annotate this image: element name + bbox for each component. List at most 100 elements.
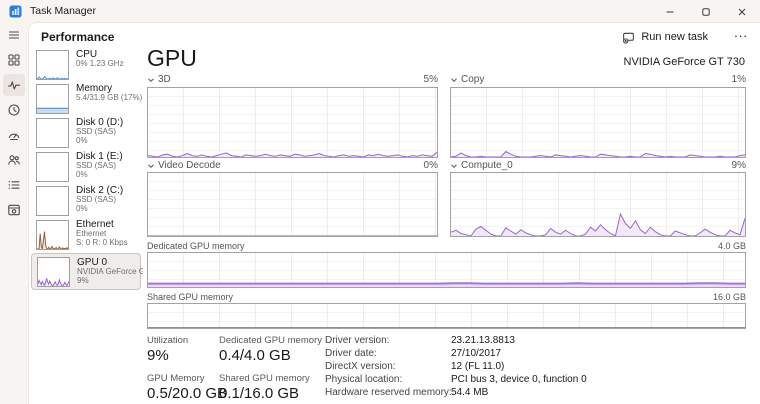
gauge-icon (7, 128, 21, 142)
chart-value-3d: 5% (378, 74, 438, 85)
list-item-cpu[interactable]: CPU 0% 1.23 GHz (33, 49, 141, 83)
shared-memory-chart-max: 16.0 GB (686, 292, 746, 302)
gpu0-item-usage: 9% (77, 277, 143, 286)
disk1-item-usage: 0% (76, 171, 142, 180)
disk0-item-usage: 0% (76, 137, 142, 146)
sidebar-item-services[interactable] (3, 199, 25, 221)
hardware-reserved-row: Hardware reserved memory: 54.4 MB (325, 387, 488, 398)
driver-version-value: 23.21.13.8813 (451, 335, 515, 346)
driver-version-row: Driver version: 23.21.13.8813 (325, 335, 515, 346)
chevron-down-icon (450, 76, 458, 84)
gpu-device-name: NVIDIA GeForce GT 730 (624, 56, 745, 68)
chart-header-copy[interactable]: Copy (450, 74, 484, 85)
chevron-down-icon (450, 162, 458, 170)
list-item-disk2[interactable]: Disk 2 (C:) SSD (SAS) 0% (33, 185, 141, 219)
sidebar-item-startup-apps[interactable] (3, 124, 25, 146)
chart-value-compute0: 9% (686, 160, 746, 171)
titlebar: Task Manager (0, 0, 760, 22)
directx-version-label: DirectX version: (325, 361, 451, 372)
driver-version-label: Driver version: (325, 335, 451, 346)
list-icon (7, 178, 21, 192)
list-item-memory[interactable]: Memory 5.4/31.9 GB (17%) (33, 83, 141, 117)
maximize-icon (700, 6, 712, 18)
dedicated-memory-chart-max: 4.0 GB (686, 241, 746, 251)
hardware-reserved-label: Hardware reserved memory: (325, 387, 451, 398)
disk2-thumbnail (36, 186, 69, 216)
gpu0-item-detail: NVIDIA GeForce GT ... (77, 268, 143, 277)
gpu-memory-value: 0.5/20.0 GB (147, 385, 227, 402)
list-item-ethernet[interactable]: Ethernet Ethernet S: 0 R: 0 Kbps (33, 219, 141, 253)
minimize-icon (664, 6, 676, 18)
services-icon (7, 203, 21, 217)
sidebar-item-users[interactable] (3, 149, 25, 171)
driver-date-value: 27/10/2017 (451, 348, 501, 359)
memory-item-detail: 5.4/31.9 GB (17%) (76, 94, 142, 103)
cpu-thumbnail (36, 50, 69, 80)
disk0-item-detail: SSD (SAS) (76, 128, 142, 137)
more-options-button[interactable]: ... (734, 25, 748, 40)
chart-3d (147, 87, 438, 158)
sidebar-item-app-history[interactable] (3, 99, 25, 121)
chart-dedicated-memory (147, 252, 746, 288)
window-controls (652, 0, 760, 24)
task-manager-app-icon (9, 5, 22, 18)
hamburger-icon (7, 28, 21, 42)
dedicated-memory-label: Dedicated GPU memory (219, 335, 322, 346)
sidebar-item-details[interactable] (3, 174, 25, 196)
chart-header-video-decode[interactable]: Video Decode (147, 160, 221, 171)
chart-title-copy: Copy (461, 74, 484, 85)
gpu0-thumbnail (37, 257, 70, 287)
page-title: Performance (41, 30, 114, 44)
chart-value-video-decode: 0% (378, 160, 438, 171)
menu-button[interactable] (3, 24, 25, 46)
chart-header-compute0[interactable]: Compute_0 (450, 160, 513, 171)
utilization-value: 9% (147, 347, 169, 364)
navigation-rail (0, 22, 28, 404)
disk1-thumbnail (36, 152, 69, 182)
users-icon (7, 153, 21, 167)
utilization-label: Utilization (147, 335, 188, 346)
chart-title-compute0: Compute_0 (461, 160, 513, 171)
maximize-button[interactable] (688, 0, 724, 24)
memory-thumbnail (36, 84, 69, 114)
memory-item-name: Memory (76, 83, 142, 94)
selected-accent-bar (0, 78, 3, 92)
sidebar-item-performance[interactable] (3, 74, 25, 96)
directx-version-row: DirectX version: 12 (FL 11.0) (325, 361, 504, 372)
list-item-gpu0[interactable]: GPU 0 NVIDIA GeForce GT ... 9% (31, 253, 141, 290)
task-manager-window: Task Manager (0, 0, 760, 404)
run-new-task-button[interactable]: Run new task (616, 27, 714, 47)
ethernet-item-usage: S: 0 R: 0 Kbps (76, 239, 142, 248)
chart-title-3d: 3D (158, 74, 171, 85)
processes-icon (7, 53, 21, 67)
chart-video-decode (147, 172, 438, 237)
chart-header-3d[interactable]: 3D (147, 74, 171, 85)
chart-copy (450, 87, 746, 158)
run-new-task-icon (622, 31, 635, 44)
ethernet-thumbnail (36, 220, 69, 250)
hardware-reserved-value: 54.4 MB (451, 387, 488, 398)
disk1-item-detail: SSD (SAS) (76, 162, 142, 171)
main-panel: Performance Run new task ... CPU 0% 1.23… (28, 22, 760, 404)
list-item-disk1[interactable]: Disk 1 (E:) SSD (SAS) 0% (33, 151, 141, 185)
chart-compute0 (450, 172, 746, 237)
performance-list: CPU 0% 1.23 GHz Memory 5.4/31.9 GB (17%)… (33, 49, 141, 290)
ethernet-item-name: Ethernet (76, 219, 142, 230)
cpu-item-detail: 0% 1.23 GHz (76, 60, 142, 69)
performance-icon (7, 78, 21, 92)
chart-value-copy: 1% (686, 74, 746, 85)
directx-version-value: 12 (FL 11.0) (451, 361, 504, 372)
ethernet-item-detail: Ethernet (76, 230, 142, 239)
physical-location-row: Physical location: PCI bus 3, device 0, … (325, 374, 587, 385)
list-item-disk0[interactable]: Disk 0 (D:) SSD (SAS) 0% (33, 117, 141, 151)
clock-icon (7, 103, 21, 117)
shared-memory-value: 0.1/16.0 GB (219, 385, 299, 402)
close-button[interactable] (724, 0, 760, 24)
sidebar-item-processes[interactable] (3, 49, 25, 71)
disk0-thumbnail (36, 118, 69, 148)
driver-date-label: Driver date: (325, 348, 451, 359)
chevron-down-icon (147, 76, 155, 84)
disk0-item-name: Disk 0 (D:) (76, 117, 142, 128)
disk2-item-detail: SSD (SAS) (76, 196, 142, 205)
minimize-button[interactable] (652, 0, 688, 24)
